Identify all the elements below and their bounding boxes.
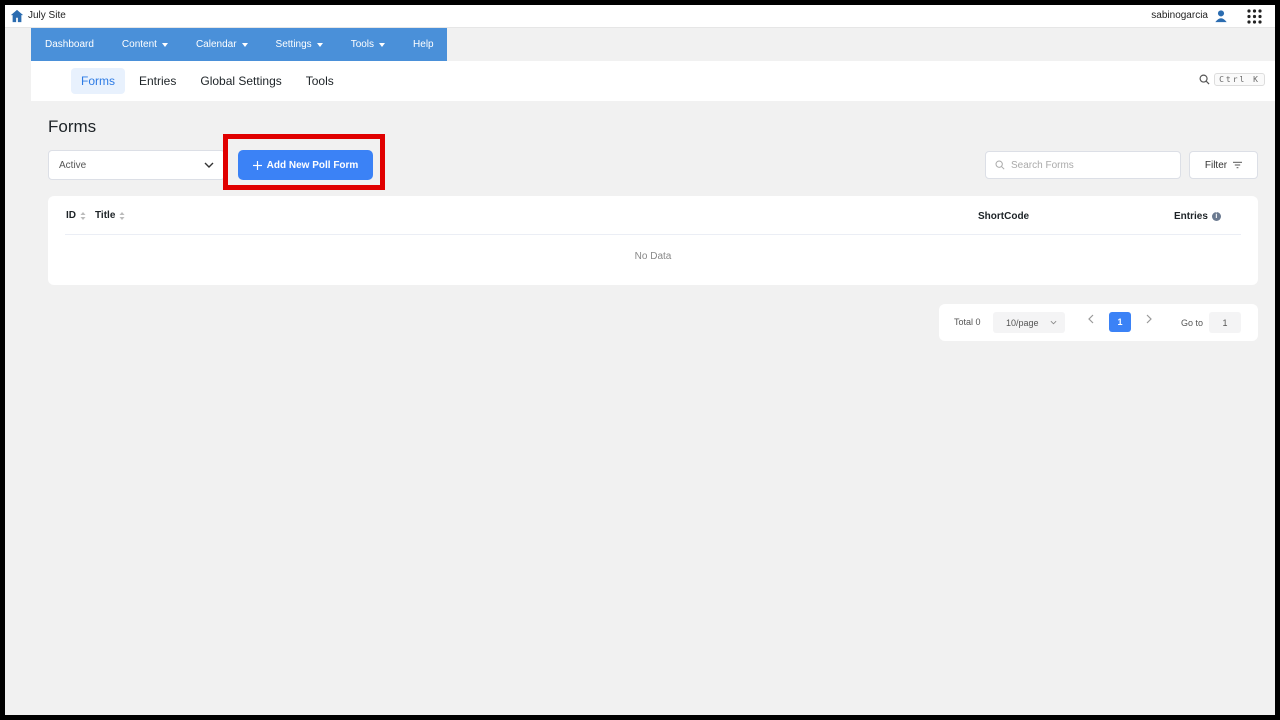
column-header-id[interactable]: ID	[66, 210, 86, 221]
tab-forms[interactable]: Forms	[71, 68, 125, 94]
site-name[interactable]: July Site	[28, 10, 66, 21]
nav-content[interactable]: Content	[108, 28, 182, 61]
nav-calendar[interactable]: Calendar	[182, 28, 262, 61]
nav-label: Content	[121, 39, 157, 50]
add-new-poll-form-button[interactable]: Add New Poll Form	[238, 150, 373, 180]
empty-state-text: No Data	[634, 251, 672, 262]
home-icon[interactable]	[10, 9, 24, 23]
status-select-value: Active	[59, 159, 87, 171]
column-header-label: Entries	[1174, 211, 1208, 222]
page-title: Forms	[48, 117, 97, 136]
per-page-value: 10/page	[1006, 317, 1039, 328]
column-header-entries: Entries i	[1174, 211, 1221, 222]
nav-label: Calendar	[195, 39, 237, 50]
nav-label: Help	[413, 39, 434, 50]
nav-settings[interactable]: Settings	[262, 28, 337, 61]
sort-icon[interactable]	[119, 211, 125, 221]
status-select[interactable]: Active	[48, 150, 225, 180]
tab-global-settings[interactable]: Global Settings	[190, 68, 291, 94]
caret-down-icon	[161, 42, 168, 47]
main-nav: Dashboard Content Calendar Settings Tool…	[31, 28, 447, 61]
forms-table: ID Title ShortCode Entries i No Data	[48, 196, 1258, 285]
global-search-shortcut[interactable]: Ctrl K	[1199, 73, 1265, 86]
tab-entries[interactable]: Entries	[129, 68, 186, 94]
page-number-current[interactable]: 1	[1109, 312, 1131, 332]
admin-bar: July Site sabinogarcia	[5, 5, 1275, 28]
total-count: Total 0	[954, 317, 981, 327]
column-header-shortcode: ShortCode	[978, 211, 1029, 222]
plugin-subheader: Forms Entries Global Settings Tools Ctrl…	[31, 61, 1275, 101]
per-page-select[interactable]: 10/page	[993, 312, 1065, 333]
user-icon[interactable]	[1214, 9, 1228, 23]
shortcut-label: Ctrl K	[1214, 73, 1265, 86]
search-icon	[1199, 74, 1210, 85]
caret-down-icon	[241, 42, 248, 47]
chevron-left-icon[interactable]	[1087, 314, 1095, 324]
subnav-tabs: Forms Entries Global Settings Tools	[71, 68, 344, 94]
goto-label: Go to	[1181, 318, 1204, 328]
filter-icon	[1233, 161, 1243, 169]
username[interactable]: sabinogarcia	[1151, 10, 1208, 21]
nav-tools[interactable]: Tools	[337, 28, 399, 61]
apps-grid-icon[interactable]	[1247, 9, 1262, 24]
chevron-down-icon	[204, 162, 214, 168]
column-header-label: Title	[95, 210, 116, 221]
search-forms-input[interactable]	[1011, 159, 1171, 171]
plus-icon	[252, 160, 262, 170]
nav-label: Tools	[350, 39, 375, 50]
nav-label: Settings	[275, 39, 312, 50]
app-window: July Site sabinogarcia Dashboard Content…	[5, 5, 1275, 715]
tab-tools[interactable]: Tools	[296, 68, 344, 94]
sort-icon[interactable]	[80, 211, 86, 221]
filter-button[interactable]: Filter	[1189, 151, 1258, 179]
column-header-label: ID	[66, 210, 76, 221]
filter-label: Filter	[1204, 159, 1228, 171]
pagination: Total 0 10/page 1 Go to	[939, 304, 1258, 341]
caret-down-icon	[379, 42, 386, 47]
add-button-label: Add New Poll Form	[266, 159, 359, 171]
search-forms-field[interactable]	[985, 151, 1181, 179]
column-header-title[interactable]: Title	[95, 210, 125, 221]
table-divider	[65, 234, 1241, 235]
caret-down-icon	[316, 42, 323, 47]
info-icon[interactable]: i	[1211, 212, 1221, 221]
goto-page-input[interactable]	[1209, 312, 1241, 333]
nav-help[interactable]: Help	[399, 28, 448, 61]
chevron-down-icon	[1050, 320, 1057, 325]
search-icon	[995, 160, 1005, 170]
column-header-label: ShortCode	[978, 211, 1030, 222]
nav-label: Dashboard	[45, 39, 94, 50]
chevron-right-icon[interactable]	[1145, 314, 1153, 324]
nav-dashboard[interactable]: Dashboard	[31, 28, 108, 61]
